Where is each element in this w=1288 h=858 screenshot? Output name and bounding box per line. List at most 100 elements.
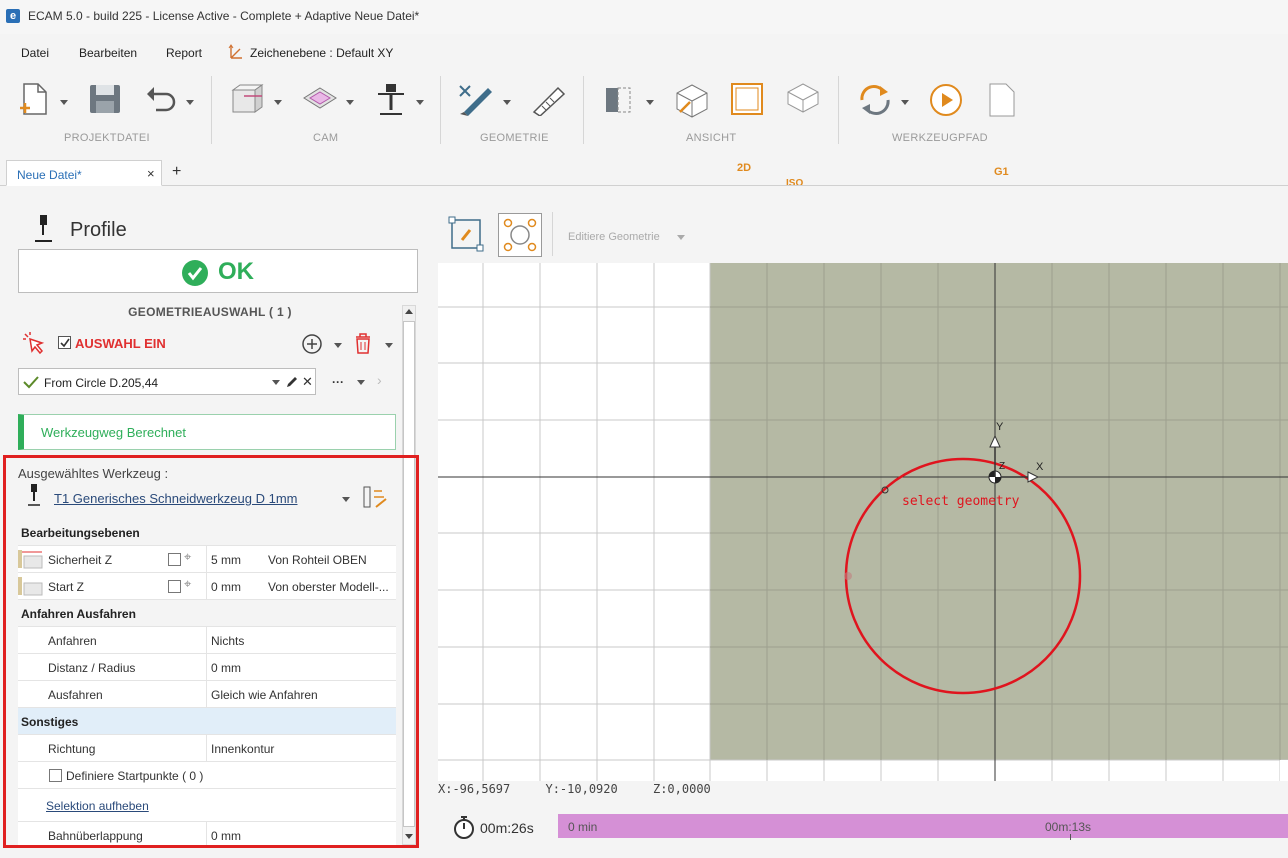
add-circle-icon[interactable]	[301, 333, 323, 355]
save-icon[interactable]	[88, 82, 122, 116]
pocket-icon[interactable]	[302, 82, 338, 116]
ribbon-separator	[440, 76, 441, 144]
coord-x: X:-96,5697	[438, 782, 511, 796]
total-time: 00m:26s	[480, 820, 534, 836]
coordinate-readout: X:-96,5697 Y:-10,0920 Z:0,0000	[438, 782, 711, 796]
selection-on-label: AUSWAHL EIN	[75, 336, 166, 351]
profile-tool-icon	[35, 215, 52, 242]
select-geometry-icon[interactable]	[22, 331, 48, 355]
regenerate-icon[interactable]	[856, 82, 894, 118]
stopwatch-icon	[454, 816, 474, 839]
checkmark-icon	[60, 338, 70, 348]
scroll-up-icon[interactable]	[404, 307, 414, 317]
highlight-frame	[3, 455, 419, 848]
tab-neue-datei[interactable]: Neue Datei* ×	[6, 160, 162, 186]
viewport-toolbar: Editiere Geometrie	[428, 210, 1288, 260]
tab-label: Neue Datei*	[17, 168, 82, 182]
geometry-selection-header: GEOMETRIEAUSWAHL ( 1 )	[128, 305, 292, 319]
pocket-dropdown-caret[interactable]	[346, 100, 354, 105]
select-points-button[interactable]	[498, 213, 542, 257]
simulation-timeline: 00m:26s 0 min 00m:13s	[438, 812, 1288, 842]
ribbon-group-projektdatei: PROJEKTDATEI	[64, 132, 150, 144]
timeline-mid-label: 00m:13s	[1045, 820, 1092, 834]
axis-z-label: Z	[999, 461, 1006, 472]
viewport-corner	[1280, 760, 1288, 781]
coord-y: Y:-10,0920	[545, 782, 618, 796]
view-toggle-dropdown-caret[interactable]	[646, 100, 654, 105]
view-3d-icon[interactable]	[674, 82, 710, 118]
status-text: Werkzeugweg Berechnet	[41, 425, 187, 440]
edit-geometry-menu[interactable]: Editiere Geometrie	[568, 231, 660, 243]
stock-icon[interactable]	[230, 82, 266, 116]
menu-report[interactable]: Report	[166, 46, 202, 60]
geometry-item-dropdown-caret[interactable]	[272, 380, 280, 385]
coord-z: Z:0,0000	[652, 782, 711, 796]
timeline-track[interactable]: 0 min 00m:13s	[558, 814, 1288, 840]
valid-check-icon	[23, 376, 39, 389]
title-bar: e ECAM 5.0 - build 225 - License Active …	[0, 0, 1288, 34]
timeline-start-label: 0 min	[568, 820, 598, 834]
points-select-icon	[503, 218, 537, 252]
new-file-icon[interactable]	[18, 82, 52, 118]
view-toggle-icon[interactable]	[602, 82, 638, 116]
menu-bearbeiten[interactable]: Bearbeiten	[79, 46, 137, 60]
operation-panel: Profile OK GEOMETRIEAUSWAHL ( 1 ) AUSWAH…	[0, 187, 428, 858]
ok-button[interactable]: OK	[18, 249, 418, 293]
delete-dropdown-caret[interactable]	[385, 343, 393, 348]
chain-geometry-icon[interactable]	[448, 216, 484, 252]
tool-icon[interactable]	[374, 82, 408, 118]
drawing-plane-selector[interactable]: Zeichenebene : Default XY	[250, 46, 393, 60]
remove-item-icon[interactable]: ✕	[302, 374, 313, 390]
app-logo-icon: e	[6, 9, 20, 23]
view-2d-icon[interactable]	[730, 82, 764, 116]
geometry-item-select[interactable]: From Circle D.205,44 ✕	[18, 368, 316, 395]
tool-dropdown-caret[interactable]	[416, 100, 424, 105]
edit-geometry-menu-caret[interactable]	[677, 235, 685, 240]
check-circle-icon	[182, 260, 208, 286]
new-file-dropdown-caret[interactable]	[60, 100, 68, 105]
delete-icon[interactable]	[352, 331, 374, 355]
chevron-right-icon[interactable]: ›	[377, 372, 382, 388]
geometry-item-label: From Circle D.205,44	[44, 376, 159, 390]
undo-icon[interactable]	[144, 82, 178, 116]
stock-rectangle	[710, 263, 1288, 760]
toolbar-separator	[552, 212, 553, 256]
gcode-icon[interactable]	[986, 82, 1018, 118]
add-tab-button[interactable]: +	[172, 163, 181, 181]
ribbon-group-cam: CAM	[313, 132, 339, 144]
selection-on-checkbox[interactable]	[58, 336, 71, 349]
ribbon-group-werkzeugpfad: WERKZEUGPFAD	[892, 132, 988, 144]
regenerate-dropdown-caret[interactable]	[901, 100, 909, 105]
center-marker	[844, 572, 852, 580]
ribbon-separator	[583, 76, 584, 144]
axis-x-label: X	[1036, 461, 1044, 473]
close-tab-icon[interactable]: ×	[147, 166, 155, 181]
more-dropdown-caret[interactable]	[357, 380, 365, 385]
panel-title: Profile	[70, 219, 127, 241]
more-options-button[interactable]: ···	[332, 375, 344, 389]
edit-geometry-icon[interactable]	[458, 82, 496, 116]
view-iso-icon[interactable]	[786, 82, 820, 118]
document-tab-bar: Neue Datei* × +	[0, 160, 1288, 186]
viewport-canvas[interactable]	[438, 263, 1288, 781]
ok-label: OK	[218, 258, 254, 285]
axis-y-label: Y	[996, 421, 1004, 433]
play-icon[interactable]	[928, 82, 964, 118]
plane-axes-icon	[228, 44, 242, 59]
ribbon-separator	[211, 76, 212, 144]
undo-dropdown-caret[interactable]	[186, 100, 194, 105]
window-title: ECAM 5.0 - build 225 - License Active - …	[28, 9, 420, 23]
pencil-icon[interactable]	[285, 375, 299, 389]
ribbon-group-geometrie: GEOMETRIE	[480, 132, 549, 144]
stock-dropdown-caret[interactable]	[274, 100, 282, 105]
status-banner: Werkzeugweg Berechnet	[18, 414, 396, 450]
measure-icon[interactable]	[530, 82, 566, 116]
edit-geometry-dropdown-caret[interactable]	[503, 100, 511, 105]
timeline-tick	[1070, 834, 1071, 840]
cad-viewport[interactable]: Y Z X select geometry	[438, 263, 1288, 781]
menu-datei[interactable]: Datei	[21, 46, 49, 60]
select-geometry-hint: select geometry	[902, 494, 1020, 509]
ribbon-group-ansicht: ANSICHT	[686, 132, 737, 144]
add-dropdown-caret[interactable]	[334, 343, 342, 348]
ribbon-separator	[838, 76, 839, 144]
